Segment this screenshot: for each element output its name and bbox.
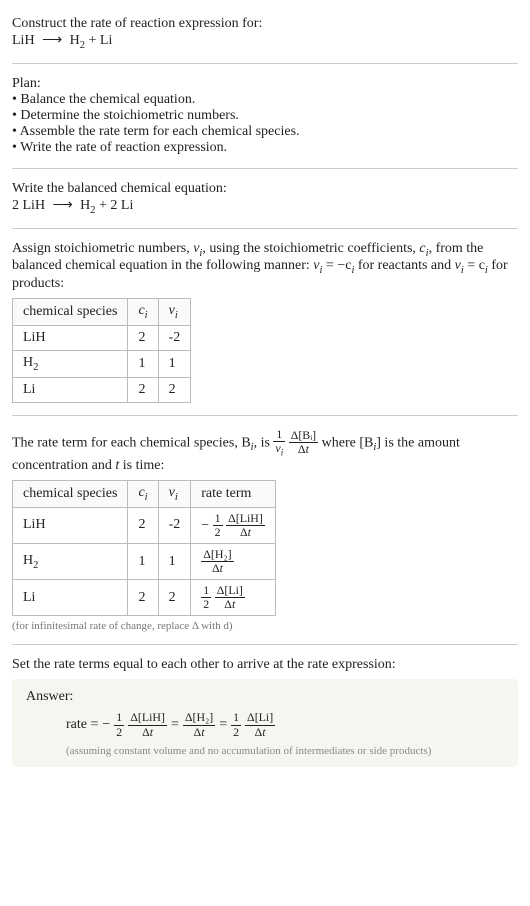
balanced-section: Write the balanced chemical equation: 2 … (12, 173, 518, 224)
header-section: Construct the rate of reaction expressio… (12, 8, 518, 59)
final-section: Set the rate terms equal to each other t… (12, 649, 518, 774)
table-row: LiH 2 -2 (13, 325, 191, 350)
table-row: H2 1 1 (13, 350, 191, 377)
answer-label: Answer: (26, 689, 504, 705)
col-ci: ci (128, 481, 158, 508)
plan-item: Balance the chemical equation. (12, 92, 518, 108)
stoich-intro: Assign stoichiometric numbers, νi, using… (12, 241, 518, 293)
reaction-arrow: ⟶ (49, 198, 77, 213)
delta-note: (for infinitesimal rate of change, repla… (12, 620, 518, 632)
frac-one-over-nu: 1 νi (273, 428, 285, 458)
rhs-li: + Li (85, 33, 112, 48)
table-row: Li 2 2 12 Δ[Li]Δt (13, 580, 276, 616)
col-rate: rate term (191, 481, 276, 508)
frac-delta-b: Δ[Bᵢ] Δt (289, 429, 318, 456)
col-species: chemical species (13, 299, 128, 326)
col-ci: ci (128, 299, 158, 326)
rhs-h2: H2 (70, 33, 85, 48)
plan-item: Determine the stoichiometric numbers. (12, 108, 518, 124)
divider (12, 168, 518, 169)
table-row: H2 1 1 Δ[H₂]Δt (13, 544, 276, 580)
prompt-title: Construct the rate of reaction expressio… (12, 16, 518, 32)
rate-expression: rate = − 12 Δ[LiH]Δt = Δ[H₂]Δt = 12 Δ[Li… (26, 711, 504, 738)
divider (12, 415, 518, 416)
col-species: chemical species (13, 481, 128, 508)
plan-item: Assemble the rate term for each chemical… (12, 124, 518, 140)
divider (12, 644, 518, 645)
plan-title: Plan: (12, 76, 518, 92)
balanced-equation: 2 LiH ⟶ H2 + 2 Li (12, 197, 518, 216)
rateterm-intro: The rate term for each chemical species,… (12, 428, 518, 474)
col-nui: νi (158, 481, 191, 508)
final-title: Set the rate terms equal to each other t… (12, 657, 518, 673)
plan-item: Write the rate of reaction expression. (12, 140, 518, 156)
rateterm-table: chemical species ci νi rate term LiH 2 -… (12, 480, 276, 616)
lhs: LiH (12, 33, 35, 48)
stoich-table: chemical species ci νi LiH 2 -2 H2 1 1 L… (12, 298, 191, 403)
table-row: Li 2 2 (13, 377, 191, 402)
rhs-h2: H2 (80, 198, 95, 213)
divider (12, 228, 518, 229)
table-row: LiH 2 -2 − 12 Δ[LiH]Δt (13, 507, 276, 543)
plan-list: Balance the chemical equation. Determine… (12, 92, 518, 156)
answer-box: Answer: rate = − 12 Δ[LiH]Δt = Δ[H₂]Δt =… (12, 679, 518, 766)
answer-note: (assuming constant volume and no accumul… (26, 745, 504, 757)
table-header-row: chemical species ci νi (13, 299, 191, 326)
divider (12, 63, 518, 64)
balanced-title: Write the balanced chemical equation: (12, 181, 518, 197)
col-nui: νi (158, 299, 191, 326)
rateterm-section: The rate term for each chemical species,… (12, 420, 518, 641)
stoich-section: Assign stoichiometric numbers, νi, using… (12, 233, 518, 411)
unbalanced-equation: LiH ⟶ H2 + Li (12, 32, 518, 51)
rhs-li: + 2 Li (96, 198, 134, 213)
lhs: 2 LiH (12, 198, 45, 213)
table-header-row: chemical species ci νi rate term (13, 481, 276, 508)
reaction-arrow: ⟶ (38, 33, 66, 48)
plan-section: Plan: Balance the chemical equation. Det… (12, 68, 518, 164)
